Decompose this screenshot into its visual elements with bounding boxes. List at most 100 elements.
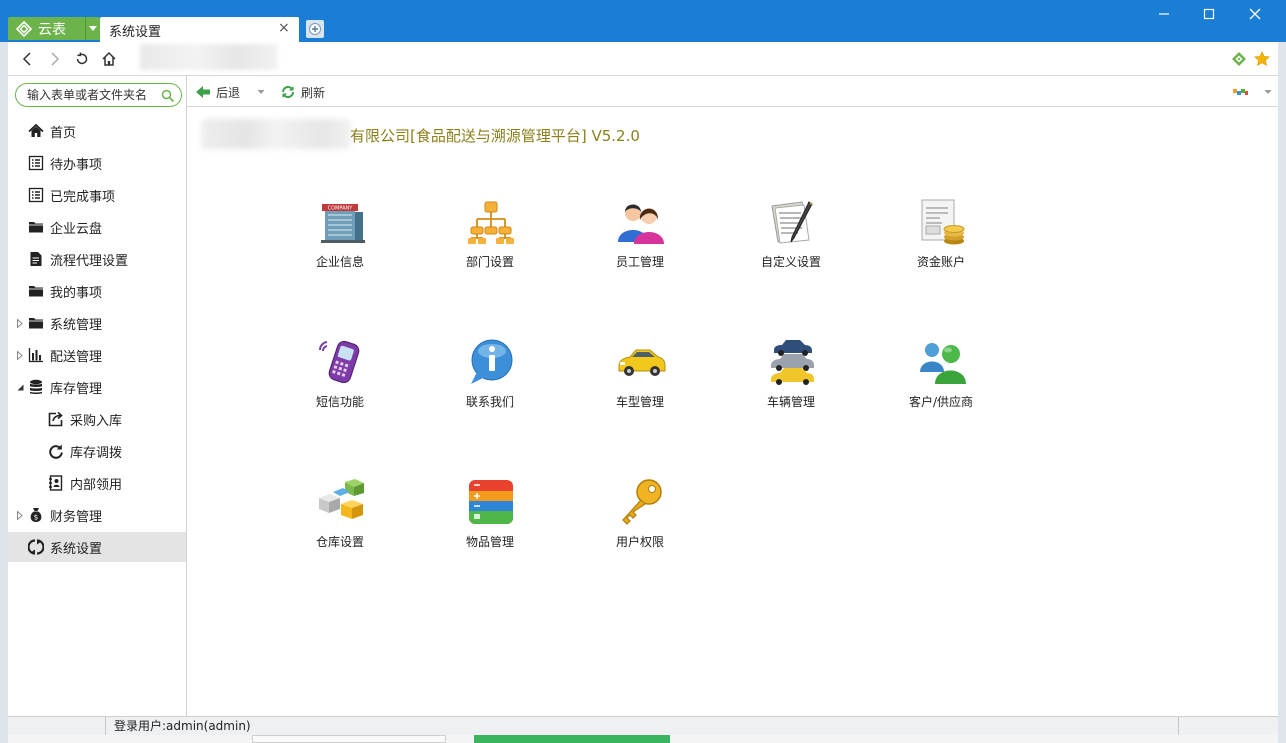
back-dropdown[interactable] xyxy=(257,82,265,102)
tile-warehouse-settings[interactable]: 仓库设置 xyxy=(290,477,390,569)
expand-arrow-icon[interactable] xyxy=(16,350,24,360)
app-diamond-icon[interactable] xyxy=(1230,50,1248,68)
sidebar-item-todo[interactable]: 待办事项 xyxy=(8,148,186,178)
tile-customer-supplier[interactable]: 客户/供应商 xyxy=(891,337,991,429)
sidebar-item-label: 企业云盘 xyxy=(50,222,103,237)
tile-label: 客户/供应商 xyxy=(908,395,974,409)
toolbar-options-dropdown[interactable] xyxy=(1264,82,1272,102)
toolbar: 后退 刷新 xyxy=(187,76,1278,107)
refresh-button[interactable]: 刷新 xyxy=(281,82,325,102)
app-logo-icon xyxy=(14,19,34,39)
sidebar-item-stock-transfer[interactable]: 库存调拨 xyxy=(8,436,186,466)
background-publish-button xyxy=(474,735,670,743)
company-building-icon: COMPANY xyxy=(316,197,366,247)
sidebar-item-internal-use[interactable]: 内部领用 xyxy=(8,468,186,498)
tile-item-mgmt[interactable]: 物品管理 xyxy=(440,477,540,569)
sidebar-item-flow-proxy[interactable]: 流程代理设置 xyxy=(8,244,186,274)
sidebar-item-label: 我的事项 xyxy=(50,286,103,301)
svg-text:COMPANY: COMPANY xyxy=(328,206,354,212)
toolbar-options-button[interactable] xyxy=(1233,82,1249,102)
maximize-icon xyxy=(1203,8,1215,20)
sidebar-item-my-items[interactable]: 我的事项 xyxy=(8,276,186,306)
sidebar-item-home[interactable]: 首页 xyxy=(8,116,186,146)
svg-text:$: $ xyxy=(34,514,38,522)
warehouse-boxes-icon xyxy=(316,477,366,527)
folder-icon xyxy=(28,315,44,331)
back-button[interactable]: 后退 xyxy=(196,82,240,102)
sidebar-item-label: 已完成事项 xyxy=(50,190,116,205)
app-menu-dropdown-icon[interactable] xyxy=(89,26,97,31)
search-input[interactable] xyxy=(27,87,155,103)
car-icon xyxy=(616,337,666,387)
plus-icon xyxy=(309,23,321,35)
tile-vehicle-types[interactable]: 车型管理 xyxy=(590,337,690,429)
settings-icon xyxy=(28,539,44,555)
database-icon xyxy=(28,379,44,395)
tile-label: 自定义设置 xyxy=(760,255,821,269)
tile-label: 仓库设置 xyxy=(315,535,364,549)
new-tab-button[interactable] xyxy=(306,20,324,38)
title-bar: 云表 系统设置 × xyxy=(0,0,1286,42)
bar-chart-icon xyxy=(28,347,44,363)
app-menu-button[interactable]: 云表 xyxy=(8,17,100,40)
collapse-arrow-icon[interactable] xyxy=(16,382,24,392)
tile-company-info[interactable]: COMPANY 企业信息 xyxy=(290,197,390,289)
export-icon xyxy=(48,411,64,427)
background-save-button xyxy=(252,735,446,743)
sidebar-item-label: 采购入库 xyxy=(70,414,123,429)
favorite-star-icon[interactable] xyxy=(1253,50,1271,68)
chevron-down-icon xyxy=(257,90,265,94)
tile-label: 物品管理 xyxy=(465,535,514,549)
tile-vehicle-mgmt[interactable]: 车辆管理 xyxy=(741,337,841,429)
status-bar: 登录用户:admin(admin) xyxy=(8,716,1278,736)
sidebar-item-label: 系统管理 xyxy=(50,318,103,333)
tile-user-permissions[interactable]: 用户权限 xyxy=(590,477,690,569)
tab-close-icon[interactable]: × xyxy=(278,20,290,36)
doc-icon xyxy=(28,251,44,267)
home-nav-icon[interactable] xyxy=(100,50,118,68)
window-edge xyxy=(1278,42,1286,743)
cars-stack-icon xyxy=(767,337,817,387)
logged-in-user: 登录用户:admin(admin) xyxy=(105,717,251,736)
tab-system-settings[interactable]: 系统设置 × xyxy=(100,17,299,42)
maximize-button[interactable] xyxy=(1199,4,1219,24)
sidebar-item-purchase-inbound[interactable]: 采购入库 xyxy=(8,404,186,434)
coins-document-icon xyxy=(917,197,967,247)
close-window-button[interactable] xyxy=(1245,4,1265,24)
minimize-button[interactable] xyxy=(1154,4,1174,24)
refresh-arrows-icon xyxy=(282,86,294,98)
sidebar-item-delivery-mgmt[interactable]: 配送管理 xyxy=(8,340,186,370)
sidebar-item-system-settings[interactable]: 系统设置 xyxy=(8,532,186,562)
tile-fund-account[interactable]: 资金账户 xyxy=(891,197,991,289)
refresh-label: 刷新 xyxy=(301,85,326,100)
url-field[interactable] xyxy=(140,44,278,70)
tile-department-settings[interactable]: 部门设置 xyxy=(440,197,540,289)
back-nav-icon[interactable] xyxy=(18,50,36,68)
tab-label: 系统设置 xyxy=(109,25,162,40)
list-icon xyxy=(28,187,44,203)
tile-sms[interactable]: 短信功能 xyxy=(290,337,390,429)
sidebar-item-cloud-drive[interactable]: 企业云盘 xyxy=(8,212,186,242)
tile-contact-us[interactable]: 联系我们 xyxy=(440,337,540,429)
sidebar-item-inventory-mgmt[interactable]: 库存管理 xyxy=(8,372,186,402)
tile-label: 部门设置 xyxy=(465,255,514,269)
tile-staff-mgmt[interactable]: 员工管理 xyxy=(590,197,690,289)
sidebar-item-label: 库存调拨 xyxy=(70,446,123,461)
sidebar-item-finance-mgmt[interactable]: $ 财务管理 xyxy=(8,500,186,530)
search-icon[interactable] xyxy=(161,88,175,107)
sidebar-item-label: 首页 xyxy=(50,126,77,141)
contacts-icon xyxy=(48,475,64,491)
info-bubble-icon xyxy=(466,337,516,387)
reload-icon[interactable] xyxy=(73,50,91,68)
sidebar-item-completed[interactable]: 已完成事项 xyxy=(8,180,186,210)
expand-arrow-icon[interactable] xyxy=(16,318,24,328)
tile-custom-settings[interactable]: 自定义设置 xyxy=(741,197,841,289)
address-bar xyxy=(8,42,1278,76)
home-icon xyxy=(28,123,44,139)
forward-nav-icon[interactable] xyxy=(46,50,64,68)
sidebar-item-system-mgmt[interactable]: 系统管理 xyxy=(8,308,186,338)
expand-arrow-icon[interactable] xyxy=(16,510,24,520)
sidebar-search xyxy=(15,83,182,107)
list-icon xyxy=(28,155,44,171)
sidebar-item-label: 财务管理 xyxy=(50,510,103,525)
